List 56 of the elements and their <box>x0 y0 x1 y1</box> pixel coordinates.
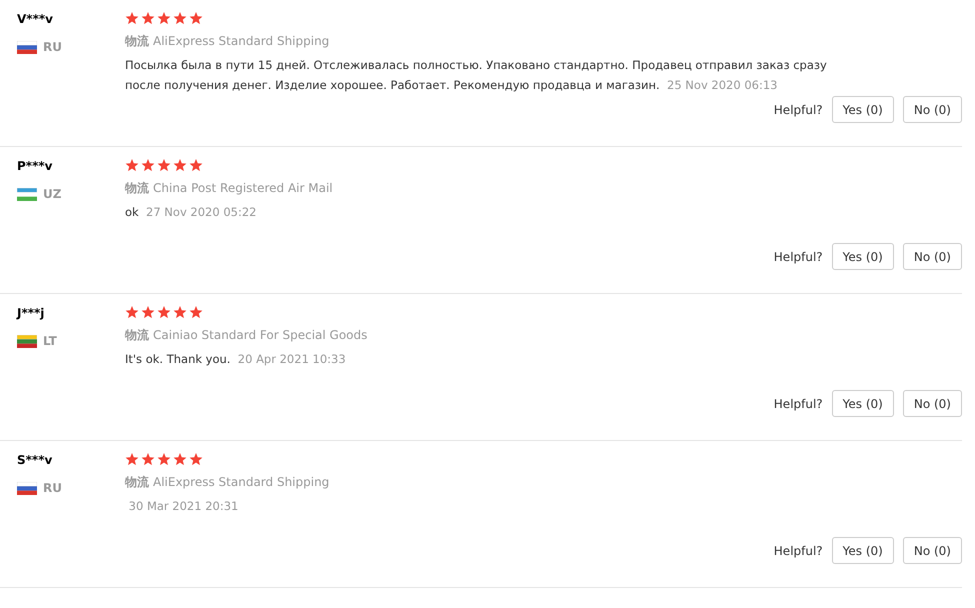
shipping-label: 物流 <box>125 33 149 49</box>
helpful-label: Helpful? <box>774 248 823 266</box>
star-icon <box>125 306 139 318</box>
star-icon <box>189 452 203 466</box>
country-code: RU <box>43 39 62 56</box>
flag-icon <box>17 188 37 200</box>
reviewer-name: V***v <box>17 11 54 28</box>
review-text: It's ok. Thank you. 20 Apr 2021 10:33 <box>125 351 347 368</box>
shipping-method: AliExpress Standard Shipping <box>153 474 330 490</box>
star-icon <box>157 158 171 172</box>
star-icon <box>189 306 203 318</box>
star-icon <box>125 158 139 172</box>
star-icon <box>141 12 155 24</box>
country-code: UZ <box>43 186 62 203</box>
no-button[interactable]: No (0) <box>902 243 962 270</box>
flag-icon <box>17 334 37 348</box>
star-icon <box>125 12 139 24</box>
reviewer-name: J***j <box>17 305 46 322</box>
star-icon <box>173 158 187 172</box>
shipping-label: 物流 <box>125 327 149 343</box>
yes-button[interactable]: Yes (0) <box>832 390 894 417</box>
flag-icon <box>17 40 37 54</box>
star-icon <box>157 12 171 24</box>
no-button[interactable]: No (0) <box>902 537 962 564</box>
shipping-label: 物流 <box>125 474 149 490</box>
review-text: 30 Mar 2021 20:31 <box>128 498 240 515</box>
helpful-label: Helpful? <box>774 102 823 118</box>
helpful-label: Helpful? <box>774 396 823 412</box>
star-icon <box>173 12 187 24</box>
no-button[interactable]: No (0) <box>902 390 962 417</box>
reviewer-name: S***v <box>17 452 54 469</box>
shipping-method: AliExpress Standard Shipping <box>153 33 330 49</box>
star-icon <box>141 158 155 172</box>
helpful-label: Helpful? <box>774 542 823 560</box>
star-icon <box>125 452 139 466</box>
star-icon <box>189 158 203 172</box>
star-icon <box>141 306 155 318</box>
star-icon <box>173 452 187 466</box>
shipping-method: Cainiao Standard For Special Goods <box>153 327 368 343</box>
country-code: LT <box>43 333 57 350</box>
shipping-method: China Post Registered Air Mail <box>153 180 333 196</box>
yes-button[interactable]: Yes (0) <box>832 96 894 123</box>
shipping-label: 物流 <box>125 180 149 196</box>
reviewer-name: P***v <box>17 158 54 175</box>
star-icon <box>157 306 171 318</box>
star-icon <box>157 452 171 466</box>
yes-button[interactable]: Yes (0) <box>832 537 894 564</box>
flag-icon <box>17 482 37 494</box>
yes-button[interactable]: Yes (0) <box>832 243 894 270</box>
country-code: RU <box>43 480 62 497</box>
review-text: ok 27 Nov 2020 05:22 <box>125 204 258 221</box>
no-button[interactable]: No (0) <box>902 96 962 123</box>
review-text: Посылка была в пути 15 дней. Отслеживалась полностью. Упаковано стандартно. Продавец отправил заказ сразу после получения денег. Изделие хорошее. Работает. Рекомендую продавца и магазин. 25 Nov 2020 06:13 <box>125 57 828 94</box>
star-icon <box>189 12 203 24</box>
star-icon <box>141 452 155 466</box>
star-icon <box>173 306 187 318</box>
